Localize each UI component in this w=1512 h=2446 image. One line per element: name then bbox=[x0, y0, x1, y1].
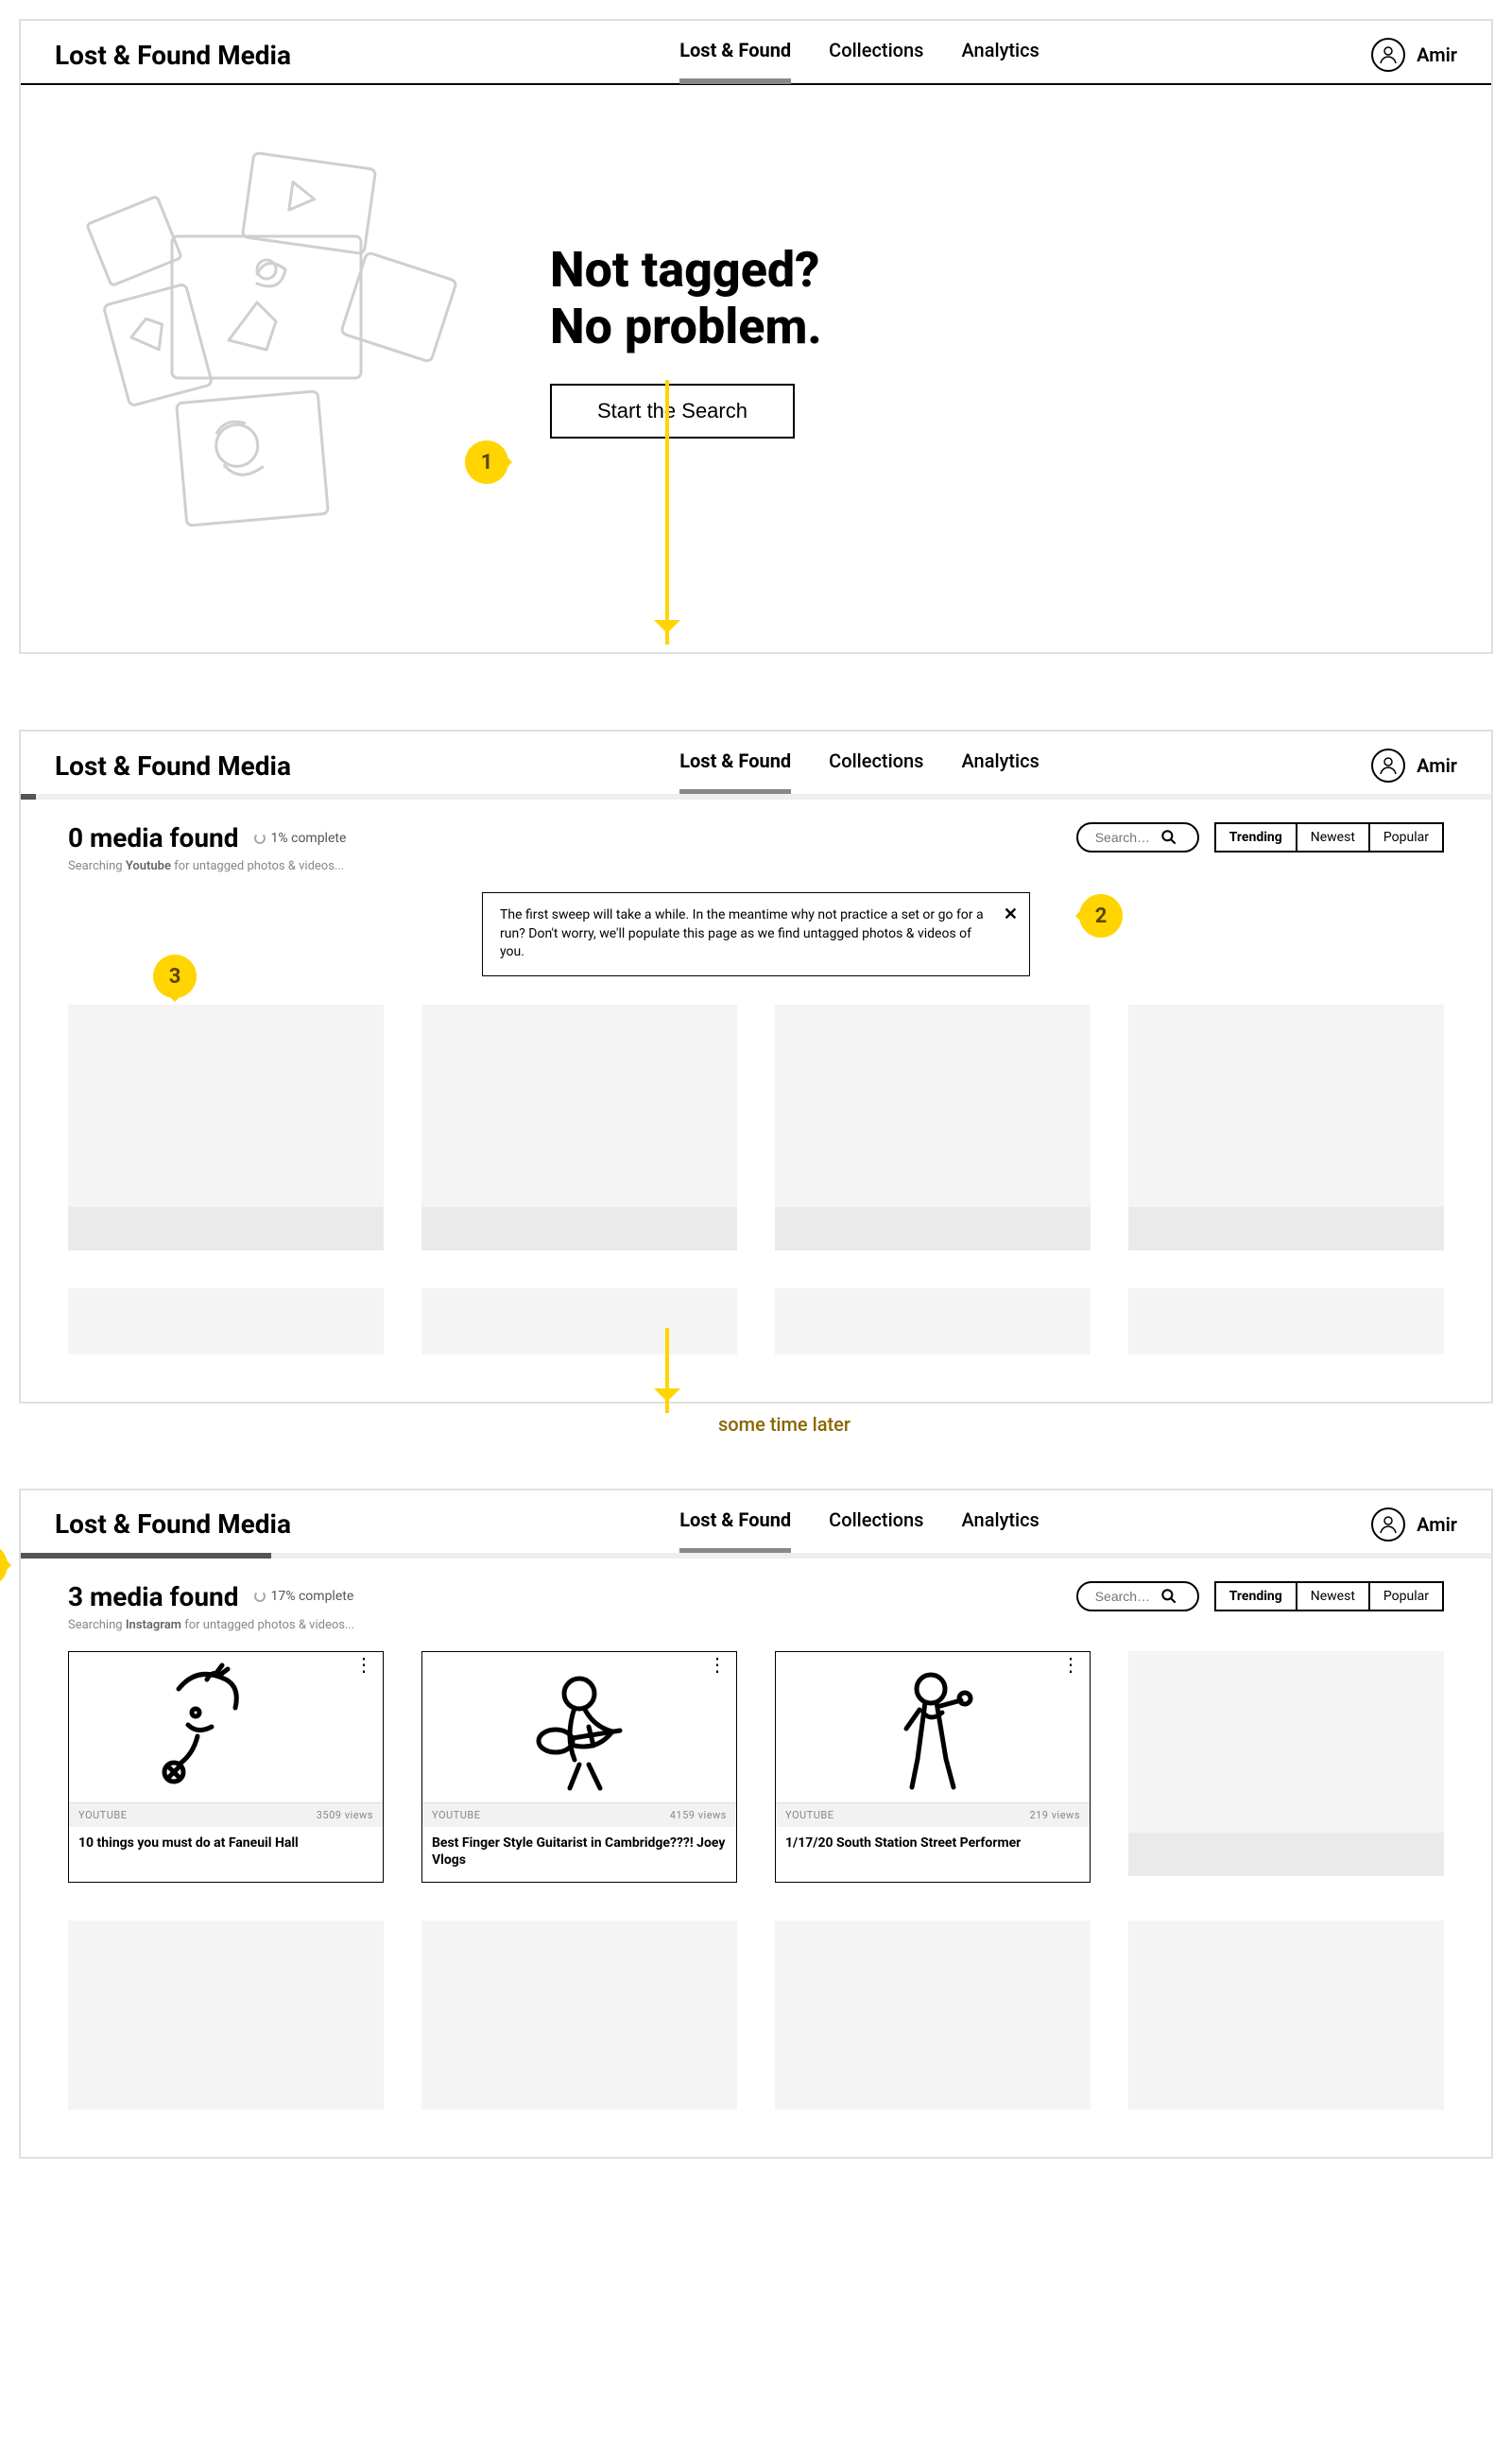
brand: Lost & Found Media bbox=[55, 1508, 291, 1540]
nav-collections[interactable]: Collections bbox=[829, 1508, 923, 1541]
sort-trending[interactable]: Trending bbox=[1216, 824, 1297, 851]
media-title: Best Finger Style Guitarist in Cambridge… bbox=[432, 1834, 727, 1869]
skeleton-card bbox=[68, 1288, 384, 1354]
sort-newest[interactable]: Newest bbox=[1297, 824, 1370, 851]
spinner-icon bbox=[254, 1591, 266, 1602]
frame-results: 4 Lost & Found Media Lost & Found Collec… bbox=[19, 1489, 1493, 2159]
search-icon bbox=[1160, 828, 1178, 847]
hero-title: Not tagged? No problem. bbox=[550, 242, 1453, 355]
hero-illustration bbox=[59, 142, 531, 539]
media-thumbnail: ⋮ bbox=[422, 1652, 736, 1803]
scan-progress-label: 1% complete bbox=[254, 831, 347, 846]
media-card[interactable]: ⋮ YOUTUBE 3509 views 10 things you must … bbox=[68, 1651, 384, 1883]
nav-analytics[interactable]: Analytics bbox=[961, 749, 1039, 782]
scan-status-text: Searching Instagram for untagged photos … bbox=[68, 1618, 354, 1632]
skeleton-card bbox=[775, 1288, 1091, 1354]
media-thumbnail: ⋮ bbox=[776, 1652, 1090, 1803]
user-menu[interactable]: Amir bbox=[1371, 749, 1457, 783]
sort-segmented-control: Trending Newest Popular bbox=[1214, 1581, 1444, 1611]
search-input[interactable] bbox=[1095, 830, 1152, 845]
media-thumbnail: ⋮ bbox=[69, 1652, 383, 1803]
search-input[interactable] bbox=[1095, 1589, 1152, 1604]
skeleton-card bbox=[421, 1005, 737, 1250]
flow-arrow-1 bbox=[665, 380, 669, 645]
media-card[interactable]: ⋮ YOUTUBE 4159 views Best Finger Style G… bbox=[421, 1651, 737, 1883]
media-meta: YOUTUBE 4159 views bbox=[422, 1803, 736, 1827]
user-menu[interactable]: Amir bbox=[1371, 38, 1457, 72]
search-input-wrapper[interactable] bbox=[1076, 1581, 1199, 1611]
nav-analytics[interactable]: Analytics bbox=[961, 1508, 1039, 1541]
hero-section: Not tagged? No problem. Start the Search… bbox=[21, 85, 1491, 652]
media-meta: YOUTUBE 3509 views bbox=[69, 1803, 383, 1827]
annotation-marker-4: 4 bbox=[0, 1543, 8, 1587]
app-header: Lost & Found Media Lost & Found Collecti… bbox=[21, 21, 1491, 85]
media-title: 10 things you must do at Faneuil Hall bbox=[78, 1834, 373, 1852]
search-icon bbox=[1160, 1587, 1178, 1606]
skeleton-card bbox=[68, 1005, 384, 1250]
app-header: Lost & Found Media Lost & Found Collecti… bbox=[21, 732, 1491, 796]
media-title: 1/17/20 South Station Street Performer bbox=[785, 1834, 1080, 1852]
skeleton-card bbox=[421, 1288, 737, 1354]
card-menu-icon[interactable]: ⋮ bbox=[354, 1660, 373, 1669]
skeleton-card bbox=[1128, 1005, 1444, 1250]
flow-arrow-2 bbox=[665, 1328, 669, 1413]
user-name: Amir bbox=[1417, 43, 1457, 66]
results-grid: ⋮ YOUTUBE 3509 views 10 things you must … bbox=[68, 1651, 1444, 2110]
results-grid bbox=[68, 1005, 1444, 1354]
start-search-button[interactable]: Start the Search bbox=[550, 384, 795, 439]
sort-trending[interactable]: Trending bbox=[1216, 1583, 1297, 1610]
brand: Lost & Found Media bbox=[55, 40, 291, 71]
main-nav: Lost & Found Collections Analytics bbox=[348, 39, 1371, 71]
avatar-icon bbox=[1371, 38, 1405, 72]
nav-analytics[interactable]: Analytics bbox=[961, 39, 1039, 71]
skeleton-card bbox=[1128, 1288, 1444, 1354]
user-name: Amir bbox=[1417, 754, 1457, 777]
flow-label-later: some time later bbox=[718, 1413, 850, 1436]
card-menu-icon[interactable]: ⋮ bbox=[1061, 1660, 1080, 1669]
results-heading: 0 media found 1% complete bbox=[68, 822, 346, 853]
nav-lost-and-found[interactable]: Lost & Found bbox=[679, 39, 791, 71]
nav-collections[interactable]: Collections bbox=[829, 39, 923, 71]
scan-status-text: Searching Youtube for untagged photos & … bbox=[68, 859, 346, 873]
user-menu[interactable]: Amir bbox=[1371, 1507, 1457, 1542]
sort-newest[interactable]: Newest bbox=[1297, 1583, 1370, 1610]
user-name: Amir bbox=[1417, 1513, 1457, 1536]
sort-popular[interactable]: Popular bbox=[1370, 824, 1442, 851]
media-meta: YOUTUBE 219 views bbox=[776, 1803, 1090, 1827]
avatar-icon bbox=[1371, 1507, 1405, 1542]
spinner-icon bbox=[254, 833, 266, 844]
close-icon[interactable]: ✕ bbox=[1004, 903, 1018, 926]
media-card[interactable]: ⋮ YOUTUBE 219 views 1/17/20 South Statio… bbox=[775, 1651, 1091, 1883]
annotation-marker-1: 1 bbox=[465, 440, 508, 484]
annotation-marker-3: 3 bbox=[153, 955, 197, 998]
skeleton-card bbox=[1128, 1651, 1444, 1876]
sort-popular[interactable]: Popular bbox=[1370, 1583, 1442, 1610]
card-menu-icon[interactable]: ⋮ bbox=[708, 1660, 727, 1669]
brand: Lost & Found Media bbox=[55, 750, 291, 782]
main-nav: Lost & Found Collections Analytics bbox=[348, 1508, 1371, 1541]
nav-collections[interactable]: Collections bbox=[829, 749, 923, 782]
sort-segmented-control: Trending Newest Popular bbox=[1214, 822, 1444, 853]
scan-progress-bar bbox=[21, 1553, 1491, 1559]
scan-progress-label: 17% complete bbox=[254, 1589, 354, 1604]
search-input-wrapper[interactable] bbox=[1076, 822, 1199, 853]
skeleton-card bbox=[68, 1921, 384, 2110]
skeleton-card bbox=[775, 1005, 1091, 1250]
annotation-marker-2: 2 bbox=[1079, 894, 1123, 938]
skeleton-card bbox=[421, 1921, 737, 2110]
skeleton-card bbox=[775, 1921, 1091, 2110]
results-heading: 3 media found 17% complete bbox=[68, 1581, 354, 1612]
frame-hero: Lost & Found Media Lost & Found Collecti… bbox=[19, 19, 1493, 654]
nav-lost-and-found[interactable]: Lost & Found bbox=[679, 1508, 791, 1541]
first-scan-tooltip: The first sweep will take a while. In th… bbox=[482, 892, 1030, 976]
app-header: Lost & Found Media Lost & Found Collecti… bbox=[21, 1490, 1491, 1555]
frame-searching: Lost & Found Media Lost & Found Collecti… bbox=[19, 730, 1493, 1404]
avatar-icon bbox=[1371, 749, 1405, 783]
nav-lost-and-found[interactable]: Lost & Found bbox=[679, 749, 791, 782]
skeleton-card bbox=[1128, 1921, 1444, 2110]
main-nav: Lost & Found Collections Analytics bbox=[348, 749, 1371, 782]
